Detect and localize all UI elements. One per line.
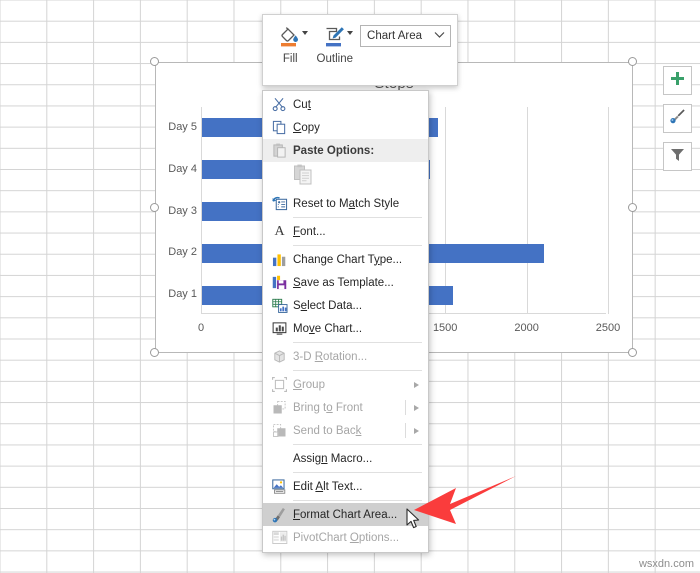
paste-keep-formatting-icon[interactable] (293, 164, 313, 190)
chart-element-select-value: Chart Area (367, 30, 423, 42)
menu-item-label: Move Chart... (293, 322, 363, 335)
value-axis-tick-label: 2500 (595, 322, 621, 334)
menu-item-label: Bring to Front (293, 401, 363, 414)
chart-styles-button[interactable] (663, 104, 692, 133)
submenu-arrow-icon (414, 381, 419, 388)
mouse-cursor (406, 508, 421, 535)
none (266, 448, 293, 469)
menu-item-reset-to-match-style[interactable]: Reset to Match Style (263, 192, 428, 215)
fill-label: Fill (282, 53, 298, 65)
menu-item-font[interactable]: A Font... (263, 220, 428, 243)
selection-handle-mid-left[interactable] (150, 203, 159, 212)
menu-item-label: Save as Template... (293, 276, 394, 289)
menu-item-label: Group (293, 378, 325, 391)
submenu-divider (405, 423, 406, 438)
menu-item-assign-macro[interactable]: Assign Macro... (263, 447, 428, 470)
chart-elements-button[interactable] (663, 66, 692, 95)
category-axis-tick-label: Day 1 (168, 288, 197, 301)
menu-separator (293, 472, 422, 473)
gridline (445, 107, 447, 314)
move-chart-icon (266, 318, 293, 339)
group-icon (266, 374, 293, 395)
menu-item-save-as-template[interactable]: Save as Template... (263, 271, 428, 294)
copy-icon (266, 117, 293, 138)
gridline (608, 107, 609, 314)
selection-handle-top-right[interactable] (628, 57, 637, 66)
font-a-icon: A (274, 223, 285, 239)
menu-item-label: Copy (293, 121, 320, 134)
paste-options-row[interactable] (263, 162, 428, 192)
menu-separator (293, 245, 422, 246)
menu-item-paste-options: Paste Options: (263, 139, 428, 162)
chevron-down-icon[interactable] (302, 31, 309, 35)
chevron-down-icon[interactable] (346, 31, 353, 35)
selection-handle-mid-right[interactable] (628, 203, 637, 212)
menu-item-label: Send to Back (293, 424, 362, 437)
fill-button[interactable]: Fill (271, 22, 310, 65)
menu-item-copy[interactable]: Copy (263, 116, 428, 139)
menu-separator (293, 444, 422, 445)
menu-item-label: Change Chart Type... (293, 253, 403, 266)
gridline (526, 107, 528, 314)
outline-button[interactable]: Outline (316, 22, 355, 65)
funnel-icon (670, 147, 685, 167)
paint-bucket-icon (277, 22, 309, 52)
alt-text-icon (266, 476, 293, 497)
menu-item-label: Reset to Match Style (293, 197, 400, 210)
reset-style-icon (266, 193, 293, 214)
value-axis-tick-label: 0 (197, 322, 205, 334)
watermark: wsxdn.com (638, 558, 694, 570)
paintbrush-icon (669, 108, 686, 130)
bring-front-icon (266, 397, 293, 418)
clipboard-icon (266, 140, 293, 161)
category-axis-tick-label: Day 4 (168, 162, 197, 175)
send-back-icon (266, 420, 293, 441)
mini-toolbar[interactable]: Fill Outline Chart Area (262, 14, 458, 86)
menu-item-change-chart-type[interactable]: Change Chart Type... (263, 248, 428, 271)
format-brush-icon (266, 504, 293, 525)
menu-item-label: 3-D Rotation... (293, 350, 368, 363)
pivotchart-icon (266, 527, 293, 548)
submenu-arrow-icon (414, 404, 419, 411)
menu-item-send-to-back: Send to Back (263, 419, 428, 442)
selection-handle-bottom-right[interactable] (628, 348, 637, 357)
chart-filters-button[interactable] (663, 142, 692, 171)
outline-label: Outline (316, 53, 353, 65)
selection-handle-top-left[interactable] (150, 57, 159, 66)
scissors-icon (266, 94, 293, 115)
plus-icon (670, 71, 685, 91)
menu-separator (293, 500, 422, 501)
menu-item-cut[interactable]: Cut (263, 93, 428, 116)
menu-item-move-chart[interactable]: Move Chart... (263, 317, 428, 340)
select-data-icon (266, 295, 293, 316)
category-axis-tick-label: Day 3 (168, 204, 197, 217)
annotation-arrow (404, 472, 524, 539)
category-axis-tick-label: Day 2 (168, 246, 197, 259)
menu-item-label: Assign Macro... (293, 452, 373, 465)
chart-element-select[interactable]: Chart Area (360, 25, 451, 47)
menu-item-bring-to-front: Bring to Front (263, 396, 428, 419)
category-axis-tick-label: Day 5 (168, 120, 197, 133)
bar-chart-icon (266, 249, 293, 270)
menu-separator (293, 217, 422, 218)
menu-item-select-data[interactable]: Select Data... (263, 294, 428, 317)
menu-separator (293, 342, 422, 343)
chevron-down-icon[interactable] (434, 30, 445, 42)
menu-item-label: Paste Options: (293, 144, 375, 157)
selection-handle-bottom-left[interactable] (150, 348, 159, 357)
menu-item-label: Select Data... (293, 299, 363, 312)
menu-item-3-d-rotation: 3-D Rotation... (263, 345, 428, 368)
cube-rotation-icon (266, 346, 293, 367)
menu-separator (293, 370, 422, 371)
menu-item-group: Group (263, 373, 428, 396)
save-template-icon (266, 272, 293, 293)
value-axis-tick-label: 2000 (514, 322, 539, 334)
submenu-arrow-icon (414, 427, 419, 434)
pen-outline-icon (322, 22, 353, 52)
submenu-divider (405, 400, 406, 415)
menu-item-label: Cut (293, 98, 311, 111)
menu-item-label: Font... (293, 225, 326, 238)
